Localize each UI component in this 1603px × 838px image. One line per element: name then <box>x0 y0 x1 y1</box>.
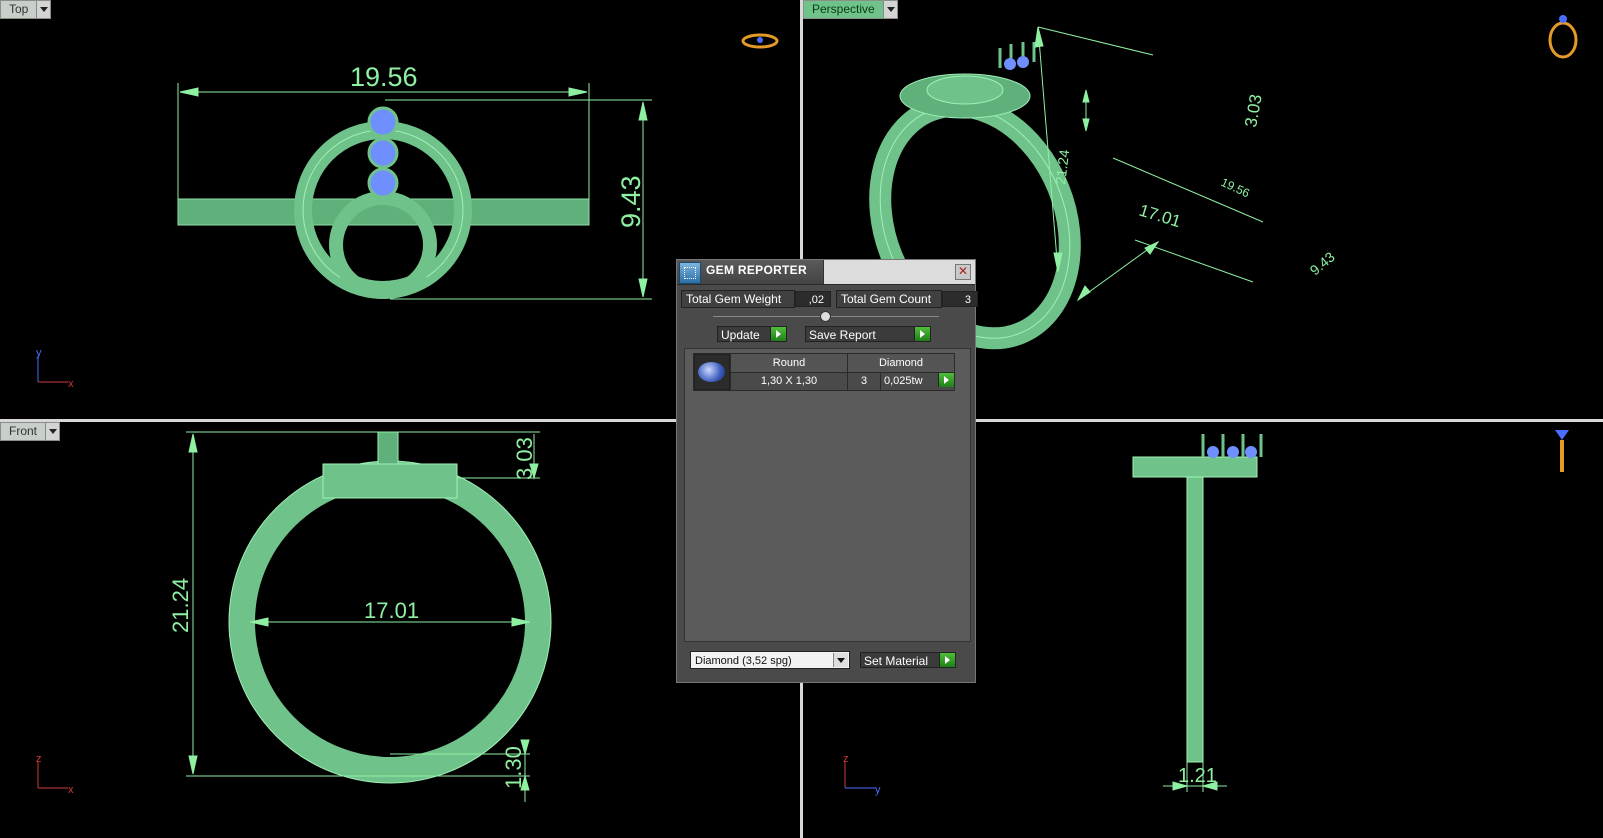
chevron-down-icon[interactable] <box>36 1 51 18</box>
dim-persp-outer: 19.56 <box>1219 175 1252 201</box>
dim-persp-width: 9.43 <box>1307 248 1338 278</box>
dim-front-height: 21.24 <box>168 578 193 633</box>
chevron-down-icon[interactable] <box>45 423 60 440</box>
svg-text:z: z <box>36 753 42 765</box>
set-material-button[interactable]: Set Material <box>860 652 956 668</box>
axis-indicator-front: z x <box>36 753 74 796</box>
table-row[interactable]: 1,30 X 1,30 3 0,025tw <box>694 371 955 391</box>
gem-thumbnail[interactable] <box>693 353 731 391</box>
viewport-name: Front <box>9 424 38 438</box>
total-weight-value: ,02 <box>795 291 831 307</box>
dim-top-width: 19.56 <box>350 62 418 92</box>
svg-text:y: y <box>875 784 881 796</box>
material-row: Diamond (3,52 spg) Set Material <box>690 651 956 669</box>
dim-persp-head: 3.03 <box>1241 93 1265 129</box>
gem-reporter-dialog: GEM REPORTER ✕ Total Gem Weight ,02 Tota… <box>676 259 978 683</box>
ring-shank-side <box>1186 471 1204 763</box>
svg-text:y: y <box>36 347 42 359</box>
gem-weight: 0,025tw <box>884 375 923 388</box>
play-arrow-icon[interactable] <box>938 372 954 387</box>
play-arrow-icon <box>939 653 955 667</box>
svg-text:x: x <box>68 378 74 390</box>
svg-text:z: z <box>843 753 849 765</box>
chevron-down-icon[interactable] <box>833 653 848 667</box>
material-select-value: Diamond (3,52 spg) <box>695 655 792 667</box>
gem-size: 1,30 X 1,30 <box>730 371 848 391</box>
dim-front-inner: 17.01 <box>364 598 419 623</box>
dim-top-height: 9.43 <box>616 175 646 228</box>
gem-1 <box>367 106 399 138</box>
action-row: Update Save Report <box>717 326 931 342</box>
ring-navigator-icon-persp <box>1548 15 1578 59</box>
gem-3 <box>367 167 399 199</box>
ring-head-side <box>1132 456 1258 478</box>
viewport-label-front[interactable]: Front <box>0 422 61 441</box>
axis-indicator-right: z y <box>843 753 881 796</box>
viewport-name: Perspective <box>812 2 875 16</box>
dim-front-head: 3.03 <box>512 437 537 480</box>
dim-persp-inner: 17.01 <box>1137 201 1183 232</box>
svg-text:x: x <box>68 784 74 796</box>
dim-right-thickness: 1.21 <box>1178 765 1217 787</box>
set-material-label: Set Material <box>864 654 929 668</box>
totals-row: Total Gem Weight ,02 Total Gem Count 3 <box>681 290 978 308</box>
gem-material-header: Diamond <box>847 353 955 373</box>
material-select[interactable]: Diamond (3,52 spg) <box>690 651 850 669</box>
collapse-handle-icon[interactable] <box>820 311 831 322</box>
close-button[interactable]: ✕ <box>955 264 971 280</box>
ring-head <box>322 463 458 499</box>
play-arrow-icon <box>914 327 930 341</box>
gem-diamond-icon <box>694 354 730 390</box>
gem-reporter-logo-icon <box>679 262 701 284</box>
gem-2 <box>367 137 399 169</box>
total-count-label: Total Gem Count <box>836 290 942 308</box>
axis-indicator-top: y x <box>36 347 74 390</box>
total-count-value: 3 <box>942 291 978 307</box>
update-button[interactable]: Update <box>717 326 787 342</box>
update-label: Update <box>721 328 760 342</box>
dialog-title: GEM REPORTER <box>706 263 807 277</box>
viewport-label-perspective[interactable]: Perspective <box>803 0 898 19</box>
gem-table: Round Diamond 1,30 X 1,30 3 0,025tw <box>693 353 955 391</box>
gem-list[interactable]: Round Diamond 1,30 X 1,30 3 0,025tw <box>684 348 971 642</box>
dialog-titlebar[interactable]: GEM REPORTER ✕ <box>677 260 975 285</box>
ring-navigator-icon-right <box>1555 430 1569 472</box>
ring-navigator-icon <box>741 33 779 49</box>
viewport-name: Top <box>9 2 29 16</box>
dim-front-shank: 1.30 <box>501 746 526 789</box>
save-report-button[interactable]: Save Report <box>805 326 931 342</box>
save-report-label: Save Report <box>809 328 876 342</box>
gem-shape-header: Round <box>730 353 848 373</box>
gem-count: 3 <box>847 371 881 391</box>
total-weight-label: Total Gem Weight <box>681 290 795 308</box>
play-arrow-icon <box>770 327 786 341</box>
dim-persp-height: 21.24 <box>1052 148 1072 185</box>
chevron-down-icon[interactable] <box>882 1 897 18</box>
viewport-label-top[interactable]: Top <box>0 0 52 19</box>
